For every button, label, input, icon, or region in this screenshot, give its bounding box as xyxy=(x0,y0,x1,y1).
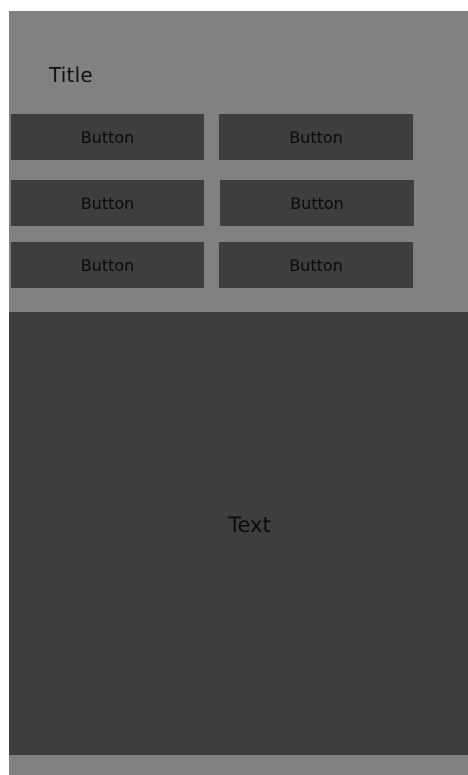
button-2[interactable]: Button xyxy=(219,114,413,160)
content-panel: Text xyxy=(9,312,468,755)
button-5[interactable]: Button xyxy=(11,242,204,288)
button-1[interactable]: Button xyxy=(11,114,204,160)
page-title: Title xyxy=(49,63,93,87)
button-6[interactable]: Button xyxy=(219,242,413,288)
content-text: Text xyxy=(228,513,271,537)
app-screen: Title Button Button Button Button Button… xyxy=(9,11,468,775)
button-4[interactable]: Button xyxy=(220,180,414,226)
button-3[interactable]: Button xyxy=(11,180,204,226)
